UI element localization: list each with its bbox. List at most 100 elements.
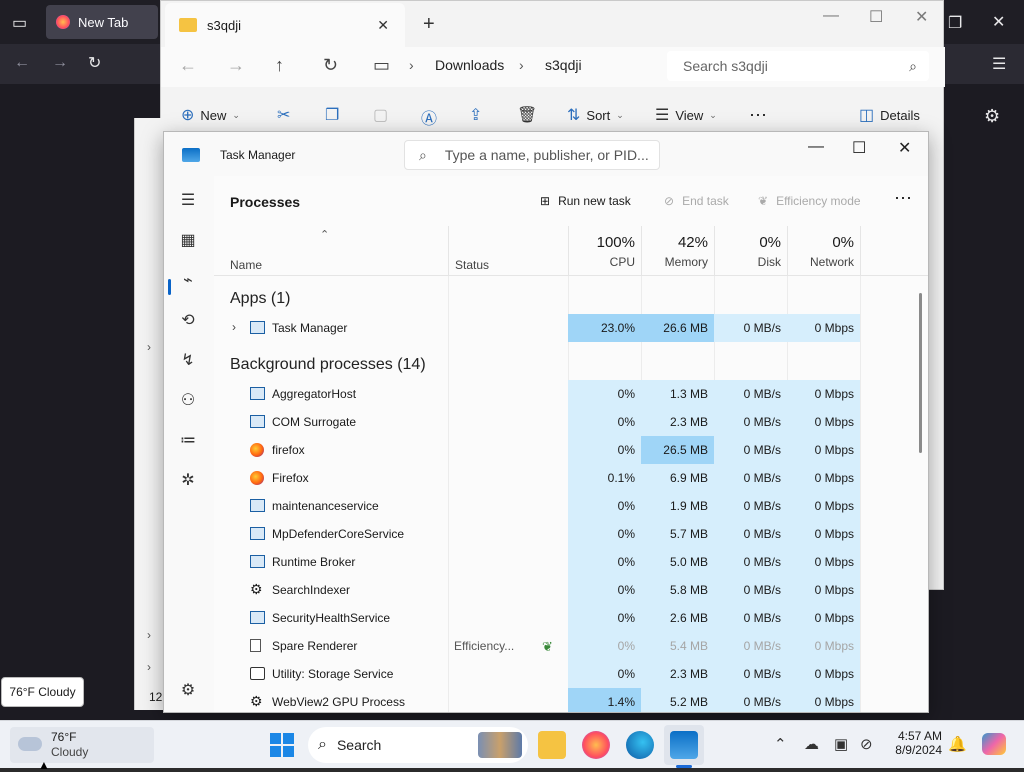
forward-icon[interactable]: → — [52, 54, 68, 72]
cut-button[interactable]: ✂ — [277, 105, 290, 125]
process-row[interactable]: MpDefenderCoreService 0% 5.7 MB 0 MB/s 0 Mbp… — [214, 520, 914, 548]
weather-widget[interactable]: 76°F Cloudy — [10, 727, 154, 763]
expand-icon[interactable]: › — [147, 660, 151, 674]
copilot-icon[interactable] — [982, 733, 1006, 755]
tab-list-icon[interactable]: ▭ — [12, 13, 27, 33]
process-row[interactable]: COM Surrogate 0% 2.3 MB 0 MB/s 0 Mbps — [214, 408, 914, 436]
nav-users-icon[interactable]: ⚇ — [178, 390, 198, 410]
start-button[interactable] — [270, 733, 294, 757]
nav-services-icon[interactable]: ✲ — [178, 470, 198, 490]
close-icon[interactable]: ✕ — [898, 138, 911, 158]
explorer-search-input[interactable]: Search s3qdji ⌕ — [667, 51, 929, 81]
process-row[interactable]: firefox 0% 26.5 MB 0 MB/s 0 Mbps — [214, 436, 914, 464]
up-icon[interactable]: ↑ — [275, 55, 284, 76]
process-row[interactable]: Utility: Storage Service 0% 2.3 MB 0 MB/s 0 … — [214, 660, 914, 688]
close-icon[interactable]: ✕ — [992, 12, 1005, 32]
chevron-up-icon[interactable]: ⌃ — [774, 735, 787, 753]
details-button[interactable]: ◫ Details — [859, 105, 920, 125]
taskbar: 76°F Cloudy ⌕ Search ⌃ ☁ ▣ ⊘ 4:57 AM 8/9… — [0, 720, 1024, 768]
network-icon[interactable]: ▣ — [834, 735, 848, 753]
column-name[interactable]: Name — [230, 258, 262, 272]
settings-icon[interactable]: ⚙ — [984, 106, 1000, 127]
process-row[interactable]: SecurityHealthService 0% 2.6 MB 0 MB/s 0 Mbp… — [214, 604, 914, 632]
refresh-icon[interactable]: ↻ — [323, 55, 338, 76]
taskbar-search[interactable]: ⌕ Search — [308, 727, 528, 763]
notification-bell-icon[interactable]: 🔔 — [948, 735, 967, 753]
volume-muted-icon[interactable]: ⊘ — [860, 735, 873, 753]
process-name: SearchIndexer — [272, 583, 351, 597]
back-icon[interactable]: ← — [14, 54, 30, 72]
rename-button[interactable]: Ⓐ — [421, 105, 437, 129]
process-name: AggregatorHost — [272, 387, 357, 401]
computer-icon[interactable]: ▭ — [373, 55, 390, 76]
process-row[interactable]: ⚙ SearchIndexer 0% 5.8 MB 0 MB/s 0 Mbps — [214, 576, 914, 604]
firefox-taskbar-icon[interactable] — [582, 731, 610, 759]
run-new-task-button[interactable]: ⊞ Run new task — [540, 194, 631, 208]
minimize-icon[interactable]: — — [808, 138, 824, 156]
column-status[interactable]: Status — [448, 226, 568, 276]
process-row[interactable]: › Task Manager 23.0% 26.6 MB 0 MB/s 0 Mbps — [214, 314, 914, 342]
explorer-tab[interactable]: s3qdji ✕ — [165, 3, 405, 47]
nav-app-history-icon[interactable]: ⟲ — [178, 310, 198, 330]
process-row[interactable]: Spare Renderer Efficiency... ❦ 0% 5.4 MB 0 MB… — [214, 632, 914, 660]
process-network: 0 Mbps — [787, 548, 860, 576]
process-row[interactable]: maintenanceservice 0% 1.9 MB 0 MB/s 0 Mbps — [214, 492, 914, 520]
process-memory: 5.7 MB — [641, 520, 714, 548]
efficiency-mode-button[interactable]: ❦ Efficiency mode — [758, 194, 861, 208]
close-icon[interactable]: ✕ — [915, 7, 928, 27]
sort-label: Sort — [586, 107, 611, 123]
process-row[interactable]: AggregatorHost 0% 1.3 MB 0 MB/s 0 Mbps — [214, 380, 914, 408]
maximize-icon[interactable]: ☐ — [852, 138, 866, 158]
share-button[interactable]: ⇪ — [469, 105, 482, 125]
clock[interactable]: 4:57 AM 8/9/2024 — [886, 729, 942, 757]
reload-icon[interactable]: ↻ — [88, 53, 101, 73]
settings-icon[interactable]: ⚙ — [178, 680, 198, 700]
process-network: 0 Mbps — [787, 408, 860, 436]
file-explorer-taskbar-icon[interactable] — [538, 731, 566, 759]
maximize-icon[interactable]: ☐ — [869, 7, 883, 27]
more-options-icon[interactable]: ⋯ — [749, 105, 767, 126]
expand-icon[interactable]: › — [147, 628, 151, 642]
task-manager-taskbar-icon[interactable] — [670, 731, 698, 759]
new-tab-icon[interactable]: + — [423, 13, 435, 36]
process-network: 0 Mbps — [787, 380, 860, 408]
process-search-input[interactable]: ⌕ Type a name, publisher, or PID... — [404, 140, 660, 170]
process-row[interactable]: Firefox 0.1% 6.9 MB 0 MB/s 0 Mbps — [214, 464, 914, 492]
paste-button[interactable]: ▢ — [373, 105, 388, 125]
nav-startup-apps-icon[interactable]: ↯ — [178, 350, 198, 370]
restore-icon[interactable]: ❐ — [948, 13, 962, 33]
nav-details-icon[interactable]: ≔ — [178, 430, 198, 450]
expand-chevron-icon[interactable]: › — [232, 320, 236, 334]
process-row[interactable]: Runtime Broker 0% 5.0 MB 0 MB/s 0 Mbps — [214, 548, 914, 576]
copy-button[interactable]: ❐ — [325, 105, 339, 125]
column-network[interactable]: 0% Network — [787, 226, 860, 276]
hamburger-menu-icon[interactable]: ☰ — [178, 190, 198, 210]
column-disk[interactable]: 0% Disk — [714, 226, 787, 276]
new-button[interactable]: ⊕ New ⌄ — [181, 105, 240, 125]
nav-processes-icon[interactable]: ▦ — [178, 230, 198, 250]
process-icon — [250, 667, 265, 680]
column-cpu[interactable]: 100% CPU — [568, 226, 641, 276]
sort-button[interactable]: ⇅ Sort ⌄ — [567, 105, 624, 125]
delete-button[interactable]: 🗑 — [517, 105, 537, 125]
browser-tab[interactable]: New Tab — [46, 5, 158, 39]
column-memory[interactable]: 42% Memory — [641, 226, 714, 276]
expand-icon[interactable]: › — [147, 340, 151, 354]
process-row[interactable]: ⚙ WebView2 GPU Process 1.4% 5.2 MB 0 MB/s 0 M… — [214, 688, 914, 712]
view-button[interactable]: ☰ View ⌄ — [655, 105, 717, 125]
nav-performance-icon[interactable]: ⌁ — [178, 270, 198, 290]
firefox-icon — [56, 15, 70, 29]
end-task-button[interactable]: ⊘ End task — [664, 194, 729, 208]
breadcrumb-s3qdji[interactable]: s3qdji — [545, 57, 582, 73]
minimize-icon[interactable]: — — [823, 7, 839, 25]
onedrive-icon[interactable]: ☁ — [804, 735, 819, 753]
back-icon[interactable]: ← — [179, 55, 197, 76]
tab-close-icon[interactable]: ✕ — [377, 17, 389, 34]
breadcrumb-downloads[interactable]: Downloads — [435, 57, 504, 73]
menu-icon[interactable]: ☰ — [992, 54, 1006, 74]
more-options-icon[interactable]: ⋯ — [894, 188, 912, 209]
scrollbar[interactable] — [919, 293, 922, 453]
forward-icon[interactable]: → — [227, 55, 245, 76]
edge-taskbar-icon[interactable] — [626, 731, 654, 759]
navigation-rail: ☰ ▦ ⌁ ⟲ ↯ ⚇ ≔ ✲ ⚙ — [164, 176, 212, 712]
